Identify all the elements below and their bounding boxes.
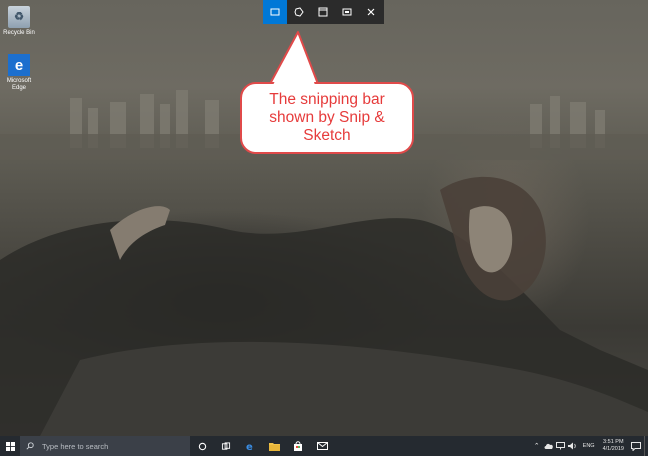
freeform-snip-button[interactable] [287,0,311,24]
taskbar-file-explorer-button[interactable] [262,436,286,456]
clock-date: 4/1/2019 [602,446,624,452]
mail-icon [316,442,328,450]
fullscreen-snip-button[interactable] [335,0,359,24]
fullscreen-snip-icon [342,8,352,16]
taskbar-store-button[interactable] [286,436,310,456]
speaker-icon [568,442,576,450]
annotation-callout: The snipping bar shown by Snip & Sketch [240,82,414,154]
cortana-icon [198,442,206,450]
system-tray: ⌃ ENG 3:51 PM 4/1/2019 [531,436,648,456]
svg-text:e: e [246,442,253,451]
wallpaper-figure [0,176,648,436]
action-center-button[interactable] [628,436,644,456]
close-icon [367,8,375,16]
windows-logo-icon [5,441,15,451]
show-hidden-icons-button[interactable]: ⌃ [531,436,543,456]
network-tray-button[interactable] [555,436,567,456]
show-desktop-button[interactable] [644,436,648,456]
desktop-icon-recycle-bin[interactable]: ♻ Recycle Bin [2,6,36,37]
taskbar-search-box[interactable]: Type here to search [20,436,190,456]
callout-text: The snipping bar shown by Snip & Sketch [269,91,385,144]
search-icon [26,442,34,450]
clock-time: 3:51 PM [603,439,624,445]
edge-icon: e [246,442,253,451]
onedrive-tray-button[interactable] [543,436,555,456]
window-snip-button[interactable] [311,0,335,24]
window-snip-icon [318,7,328,17]
taskbar: Type here to search e ⌃ ENG 3:51 PM 4/1/ [0,436,648,456]
freeform-snip-icon [294,7,304,17]
close-snip-button[interactable] [359,0,383,24]
recycle-bin-icon: ♻ [8,6,30,28]
taskbar-edge-button[interactable]: e [238,436,262,456]
folder-icon [268,442,280,451]
desktop-icon-microsoft-edge[interactable]: e Microsoft Edge [2,54,36,92]
search-placeholder: Type here to search [42,441,109,451]
taskbar-clock[interactable]: 3:51 PM 4/1/2019 [599,439,628,453]
cortana-button[interactable] [190,436,214,456]
chevron-up-icon: ⌃ [533,443,540,450]
task-view-button[interactable] [214,436,238,456]
taskbar-mail-button[interactable] [310,436,334,456]
task-view-icon [221,441,231,450]
desktop-icon-label: Microsoft Edge [6,78,32,91]
snipping-bar [263,0,384,24]
store-icon [294,441,302,451]
volume-tray-button[interactable] [567,436,579,456]
edge-icon: e [8,54,30,76]
cloud-icon [544,443,553,449]
notification-icon [631,441,641,451]
input-language-indicator[interactable]: ENG [579,443,599,449]
rectangular-snip-button[interactable] [263,0,287,24]
network-icon [556,442,566,450]
desktop-icon-label: Recycle Bin [3,30,35,36]
rectangle-snip-icon [270,8,280,16]
start-button[interactable] [0,436,20,456]
